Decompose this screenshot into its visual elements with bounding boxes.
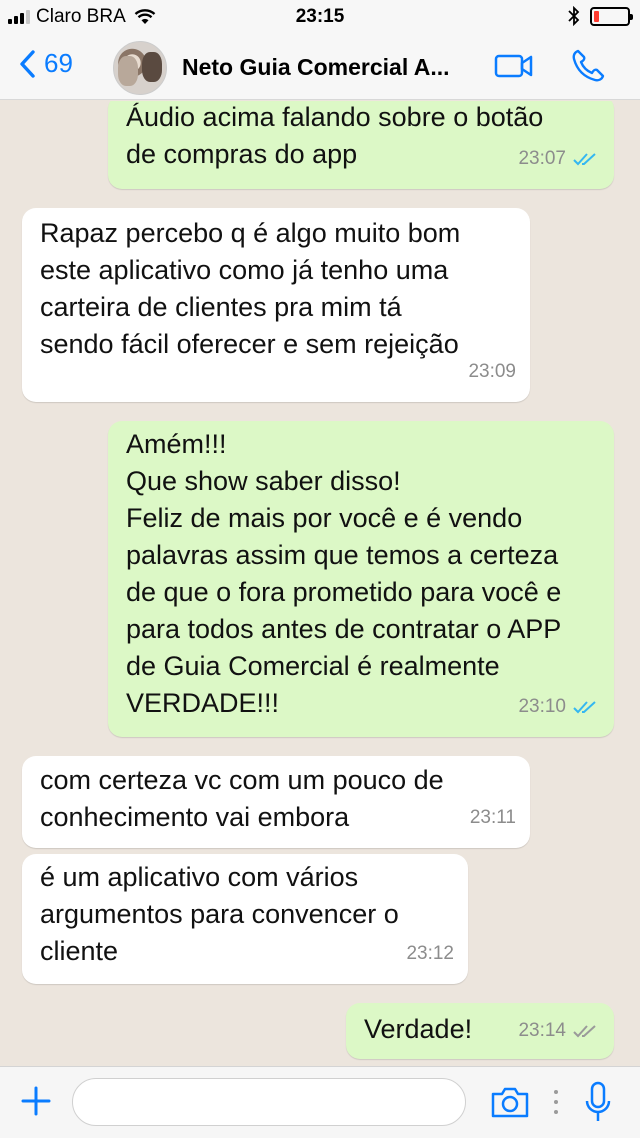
message-bubble[interactable]: é um aplicativo com vários argumentos pa… <box>22 854 468 984</box>
plus-icon[interactable] <box>20 1085 52 1117</box>
message-meta: 23:10 <box>518 688 600 725</box>
message-meta: 23:14 <box>518 1012 600 1049</box>
message-input-bar <box>0 1066 640 1138</box>
message-meta: 23:11 <box>470 799 516 836</box>
message-bubble[interactable]: Áudio acima falando sobre o botão de com… <box>108 101 614 189</box>
message-bubble[interactable]: com certeza vc com um pouco de conhecime… <box>22 756 530 848</box>
bluetooth-icon <box>568 6 580 26</box>
message-text: Rapaz percebo q é algo muito bom este ap… <box>40 218 461 359</box>
back-button[interactable]: 69 <box>18 48 73 79</box>
message-meta: 23:07 <box>518 140 600 177</box>
camera-icon[interactable] <box>490 1085 530 1119</box>
message-bubble[interactable]: Amém!!! Que show saber disso! Feliz de m… <box>108 421 614 737</box>
message-time: 23:14 <box>518 1020 566 1041</box>
message-time: 23:07 <box>518 148 566 169</box>
message-bubble[interactable]: Rapaz percebo q é algo muito bom este ap… <box>22 208 530 402</box>
message-text: Amém!!! Que show saber disso! Feliz de m… <box>126 429 562 718</box>
contact-avatar[interactable] <box>113 41 167 95</box>
message-time: 23:09 <box>468 361 516 382</box>
chat-header: 69 Neto Guia Comercial A... <box>0 34 640 100</box>
battery-icon <box>590 6 633 26</box>
phone-icon[interactable] <box>570 48 606 84</box>
delivered-ticks-icon <box>573 1024 596 1037</box>
mic-icon[interactable] <box>584 1081 612 1125</box>
message-text: é um aplicativo com vários argumentos pa… <box>40 862 399 966</box>
message-time: 23:12 <box>406 943 454 964</box>
message-text: com certeza vc com um pouco de conhecime… <box>40 765 444 832</box>
battery-level <box>594 10 599 22</box>
read-ticks-icon <box>573 700 596 713</box>
chat-thread[interactable]: Áudio acima falando sobre o botão de com… <box>0 101 640 1066</box>
message-time: 23:11 <box>469 807 516 828</box>
status-time: 23:15 <box>295 6 345 27</box>
status-bar: Claro BRA 23:15 <box>0 0 640 34</box>
contact-name[interactable]: Neto Guia Comercial A... <box>182 54 472 81</box>
more-dots-icon <box>554 1090 558 1114</box>
read-ticks-icon <box>573 152 596 165</box>
unread-count: 69 <box>44 48 73 78</box>
message-meta: 23:12 <box>406 935 454 972</box>
chevron-left-icon <box>20 49 35 78</box>
status-right <box>568 6 633 26</box>
message-time: 23:10 <box>518 696 566 717</box>
message-meta: 23:09 <box>468 353 516 390</box>
video-call-icon[interactable] <box>494 52 534 80</box>
message-input[interactable] <box>72 1078 466 1126</box>
message-bubble[interactable]: Verdade! 23:14 <box>346 1003 614 1059</box>
